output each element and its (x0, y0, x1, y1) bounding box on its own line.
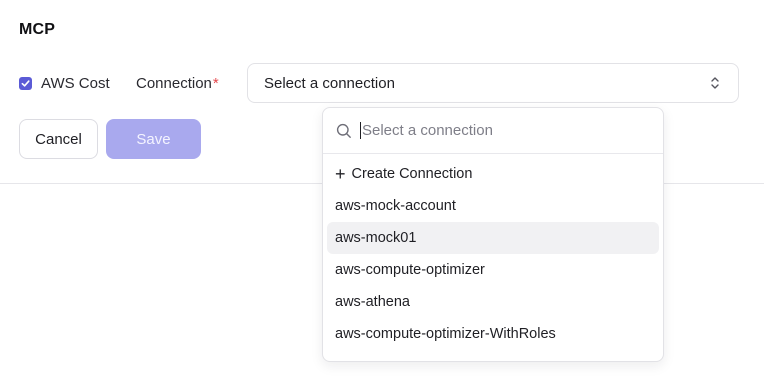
text-caret (360, 122, 361, 139)
connection-option-list: + Create Connection aws-mock-account aws… (323, 154, 663, 350)
connection-select[interactable]: Select a connection (247, 63, 739, 103)
connection-option[interactable]: aws-compute-optimizer-WithRoles (327, 318, 659, 350)
checkmark-icon (21, 79, 30, 87)
connection-option[interactable]: aws-athena (327, 286, 659, 318)
mcp-form: MCP AWS Cost Connection * Select a connec… (0, 0, 764, 389)
plus-icon: + (335, 164, 346, 184)
required-marker: * (212, 74, 219, 92)
dropdown-search (323, 108, 663, 154)
connection-select-value: Select a connection (264, 74, 395, 92)
create-connection-label: Create Connection (351, 166, 473, 182)
connection-option[interactable]: aws-compute-optimizer (327, 254, 659, 286)
search-icon (336, 123, 352, 139)
chevron-up-down-icon (710, 76, 720, 90)
aws-cost-label: AWS Cost (41, 74, 110, 92)
aws-cost-checkbox-row[interactable]: AWS Cost (19, 63, 110, 103)
save-button[interactable]: Save (106, 119, 201, 159)
section-title: MCP (19, 21, 56, 38)
connection-option[interactable]: aws-mock-account (327, 190, 659, 222)
connection-label-text: Connection (136, 74, 212, 92)
create-connection-option[interactable]: + Create Connection (327, 158, 659, 190)
connection-search-input[interactable] (362, 122, 642, 139)
aws-cost-checkbox[interactable] (19, 76, 32, 90)
connection-label: Connection * (136, 63, 219, 103)
connection-option-highlighted[interactable]: aws-mock01 (327, 222, 659, 254)
cancel-button[interactable]: Cancel (19, 119, 98, 159)
connection-dropdown: + Create Connection aws-mock-account aws… (322, 107, 664, 362)
